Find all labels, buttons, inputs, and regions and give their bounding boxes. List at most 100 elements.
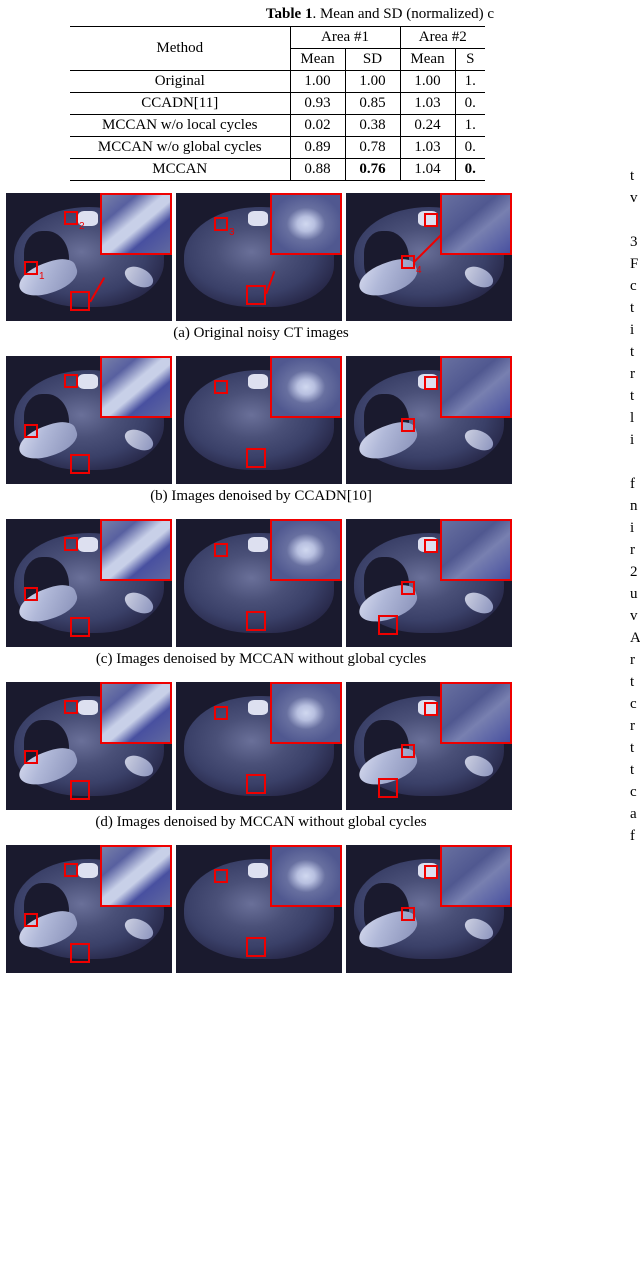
text-fragment: t	[630, 385, 640, 407]
text-fragment	[630, 209, 640, 231]
roi-box	[424, 702, 438, 716]
text-fragment: v	[630, 605, 640, 627]
method-cell: CCADN[11]	[70, 93, 290, 115]
text-fragment: r	[630, 715, 640, 737]
data-cell: 1.00	[345, 71, 400, 93]
roi-box	[424, 213, 438, 227]
roi-box	[214, 543, 228, 557]
ct-image: 3	[176, 193, 342, 321]
roi-box	[401, 255, 415, 269]
roi-box	[64, 374, 78, 388]
data-cell: 1.00	[400, 71, 455, 93]
table-caption-text: . Mean and SD (normalized) c	[312, 6, 494, 22]
roi-box	[64, 211, 78, 225]
text-fragment: F	[630, 253, 640, 275]
method-cell: MCCAN w/o global cycles	[70, 137, 290, 159]
method-cell: Original	[70, 71, 290, 93]
roi-box	[246, 774, 266, 794]
text-fragment: r	[630, 539, 640, 561]
data-cell: 0.88	[290, 159, 345, 181]
roi-box	[24, 261, 38, 275]
roi-label-4: 4	[416, 265, 422, 276]
data-cell: 0.02	[290, 115, 345, 137]
inset-zoom	[270, 356, 342, 418]
mean-header-1: Mean	[290, 49, 345, 71]
text-fragment: l	[630, 407, 640, 429]
table-row: MCCAN 0.88 0.76 1.04 0.	[70, 159, 485, 181]
text-fragment: r	[630, 649, 640, 671]
roi-box	[24, 424, 38, 438]
data-cell: 0.89	[290, 137, 345, 159]
ct-image	[176, 682, 342, 810]
roi-box	[64, 537, 78, 551]
method-cell: MCCAN	[70, 159, 290, 181]
roi-box	[70, 617, 90, 637]
text-fragment: t	[630, 737, 640, 759]
roi-box	[70, 454, 90, 474]
text-fragment: v	[630, 187, 640, 209]
roi-box	[70, 291, 90, 311]
text-fragment	[630, 451, 640, 473]
inset-zoom	[100, 356, 172, 418]
data-cell: 0.24	[400, 115, 455, 137]
roi-box	[424, 539, 438, 553]
roi-box	[214, 869, 228, 883]
data-cell: 0.78	[345, 137, 400, 159]
data-cell: 1.03	[400, 93, 455, 115]
text-fragment: t	[630, 671, 640, 693]
sd-header-1: SD	[345, 49, 400, 71]
data-cell: 0.	[455, 137, 485, 159]
data-cell bold: 0.	[455, 159, 485, 181]
text-fragment: f	[630, 825, 640, 847]
roi-box	[401, 744, 415, 758]
method-cell: MCCAN w/o local cycles	[70, 115, 290, 137]
inset-zoom	[100, 193, 172, 255]
data-cell: 0.38	[345, 115, 400, 137]
figure-caption-b: (b) Images denoised by CCADN[10]	[6, 488, 516, 505]
text-fragment: A	[630, 627, 640, 649]
data-cell: 0.93	[290, 93, 345, 115]
ct-image	[6, 845, 172, 973]
roi-box	[64, 863, 78, 877]
method-header: Method	[70, 27, 290, 71]
text-fragment: c	[630, 693, 640, 715]
roi-box	[401, 581, 415, 595]
roi-label-3: 3	[229, 227, 235, 238]
ct-image	[176, 519, 342, 647]
text-fragment: n	[630, 495, 640, 517]
text-fragment: a	[630, 803, 640, 825]
inset-zoom	[100, 845, 172, 907]
ct-image	[346, 845, 512, 973]
table-row: MCCAN w/o local cycles 0.02 0.38 0.24 1.	[70, 115, 485, 137]
inset-zoom	[270, 845, 342, 907]
roi-box	[70, 780, 90, 800]
text-fragment: r	[630, 363, 640, 385]
figure-row-e	[6, 845, 640, 973]
roi-box	[214, 706, 228, 720]
roi-box	[64, 700, 78, 714]
roi-box	[214, 217, 228, 231]
text-fragment: i	[630, 319, 640, 341]
figure-row-d	[6, 682, 640, 810]
roi-box	[24, 913, 38, 927]
roi-label-2: 2	[79, 221, 85, 232]
text-fragment: c	[630, 781, 640, 803]
sd-header-2: S	[455, 49, 485, 71]
data-cell: 1.	[455, 115, 485, 137]
table-number: Table 1	[266, 6, 313, 22]
mean-header-2: Mean	[400, 49, 455, 71]
data-cell: 1.00	[290, 71, 345, 93]
ct-image	[346, 682, 512, 810]
text-fragment: c	[630, 275, 640, 297]
roi-box	[70, 943, 90, 963]
text-fragment: i	[630, 517, 640, 539]
area1-header: Area #1	[290, 27, 400, 49]
ct-image	[346, 519, 512, 647]
roi-box	[401, 907, 415, 921]
text-fragment: t	[630, 297, 640, 319]
figure-row-b	[6, 356, 640, 484]
roi-label-1: 1	[39, 271, 45, 282]
table-section: Table 1. Mean and SD (normalized) c Meth…	[0, 0, 640, 181]
data-cell: 0.	[455, 93, 485, 115]
figure-caption-a: (a) Original noisy CT images	[6, 325, 516, 342]
